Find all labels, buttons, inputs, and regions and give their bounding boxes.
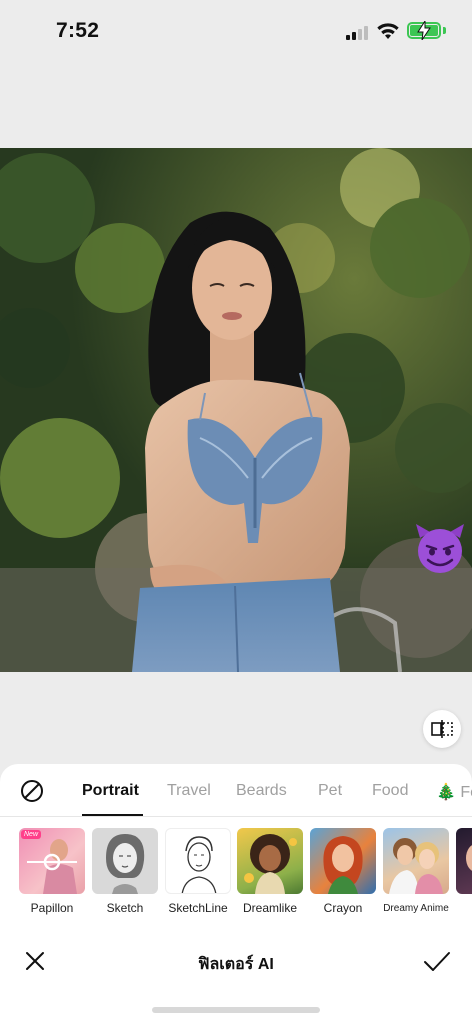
- filter-label: Dreamy Anime: [383, 903, 449, 914]
- filter-label: Dreamlike: [242, 901, 297, 915]
- tab-food[interactable]: Food: [372, 782, 408, 800]
- filter-thumbnail: [456, 828, 472, 894]
- home-indicator: [152, 1007, 320, 1013]
- new-badge: New: [21, 830, 42, 839]
- compare-split-icon: [431, 720, 453, 738]
- checkmark-icon[interactable]: [423, 950, 451, 972]
- battery-nub: [443, 27, 446, 34]
- smiling-devil-emoji-icon[interactable]: [412, 520, 468, 576]
- filter-thumbnail: [165, 828, 231, 894]
- status-time: 7:52: [56, 19, 100, 42]
- wifi-icon: [377, 23, 399, 39]
- filter-partial[interactable]: Ne: [455, 828, 472, 915]
- compare-button[interactable]: [423, 710, 461, 748]
- filter-sketchline[interactable]: SketchLine: [164, 828, 232, 915]
- action-bar: ฟิลเตอร์ AI: [0, 936, 472, 984]
- filter-dreamy-anime[interactable]: Dreamy Anime: [382, 828, 450, 914]
- filter-label: Ne: [455, 901, 472, 915]
- filter-label: SketchLine: [168, 901, 228, 915]
- filter-thumbnail: [310, 828, 376, 894]
- screen: 7:52 Portrait Travel Beards Pet Food 🎄 F…: [0, 0, 472, 1024]
- filter-label: Papillon: [30, 901, 74, 915]
- filter-label: Sketch: [106, 901, 144, 915]
- filter-sketch[interactable]: Sketch: [91, 828, 159, 915]
- photo-canvas[interactable]: [0, 148, 472, 672]
- filter-thumbnail: [383, 828, 449, 894]
- filter-dreamlike[interactable]: Dreamlike: [236, 828, 304, 915]
- filter-label: Crayon: [323, 901, 363, 915]
- category-tabs: Portrait Travel Beards Pet Food 🎄 Fe: [0, 764, 472, 817]
- tab-pet[interactable]: Pet: [318, 782, 342, 800]
- tab-beards[interactable]: Beards: [236, 782, 287, 800]
- tabs-divider: [0, 816, 472, 817]
- filter-thumbnail: New: [19, 828, 85, 894]
- cellular-signal-icon: [346, 24, 370, 40]
- panel-title: ฟิลเตอร์ AI: [198, 956, 274, 973]
- battery-icon: [407, 21, 441, 40]
- filter-thumbnail: [92, 828, 158, 894]
- tab-festive[interactable]: 🎄 Fe: [436, 782, 472, 802]
- status-bar: 7:52: [0, 0, 472, 64]
- portrait-photo: [0, 148, 472, 672]
- tab-portrait[interactable]: Portrait: [82, 782, 139, 800]
- no-filter-icon[interactable]: [20, 779, 44, 803]
- filter-papillon[interactable]: New Papillon: [18, 828, 86, 915]
- filter-crayon[interactable]: Crayon: [309, 828, 377, 915]
- filter-panel: Portrait Travel Beards Pet Food 🎄 Fe: [0, 764, 472, 1024]
- filter-list: New Papillon Sketch SketchLine Dreamlike…: [0, 828, 472, 918]
- tab-travel[interactable]: Travel: [167, 782, 211, 800]
- filter-thumbnail: [237, 828, 303, 894]
